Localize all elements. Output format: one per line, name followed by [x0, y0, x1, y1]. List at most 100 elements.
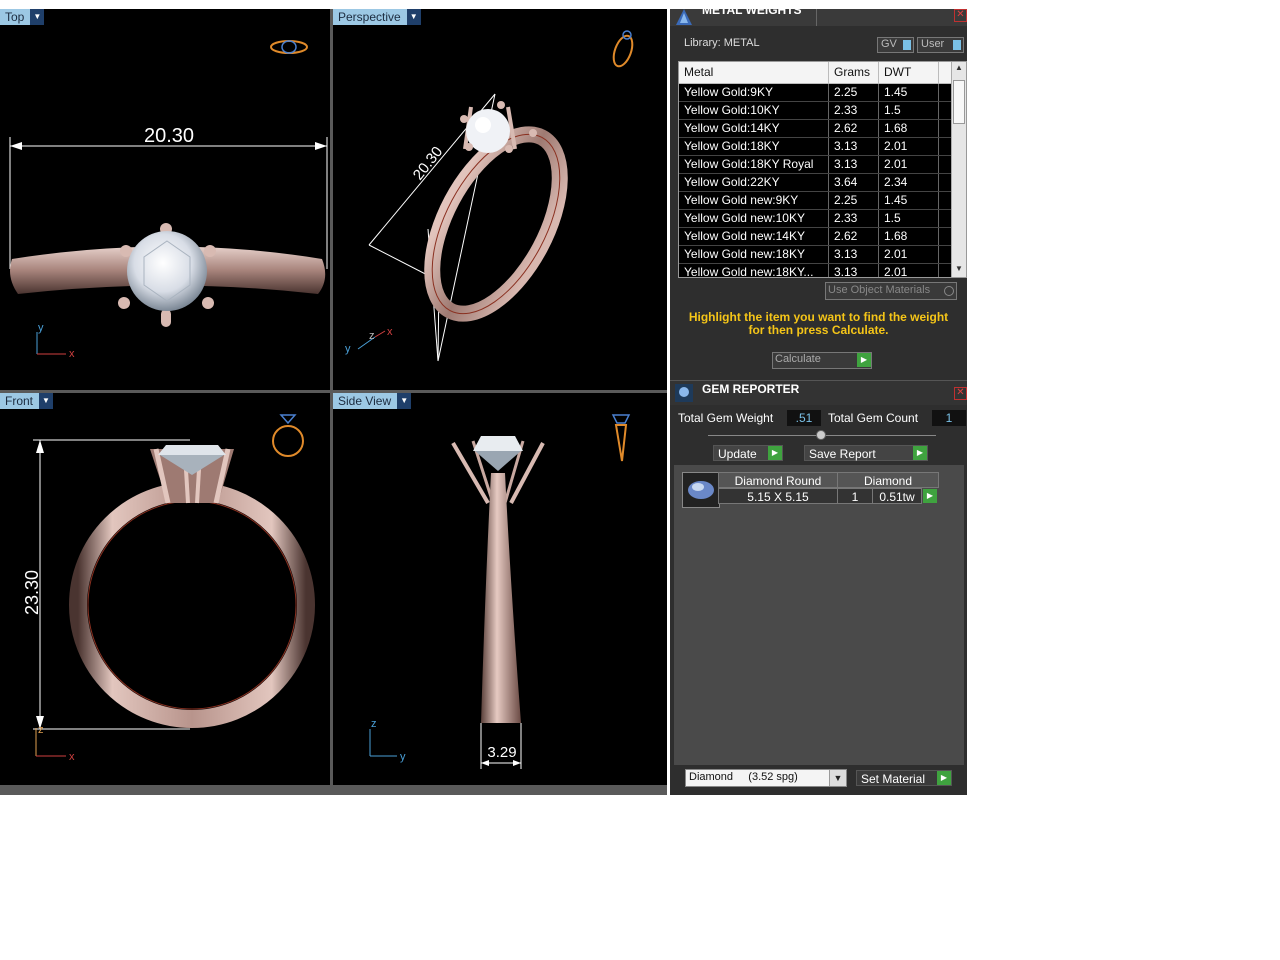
table-cell: 1.68: [879, 120, 939, 137]
play-icon[interactable]: ▶: [923, 489, 937, 503]
table-cell: Yellow Gold:18KY Royal: [679, 156, 829, 173]
table-cell: 1.68: [879, 228, 939, 245]
play-icon: ▶: [937, 771, 951, 785]
table-cell: Yellow Gold:9KY: [679, 84, 829, 101]
viewport-side[interactable]: Side View ▼ 3.29 z y: [333, 393, 667, 785]
table-cell: 2.25: [829, 84, 879, 101]
viewport-perspective-label: Perspective: [333, 9, 407, 25]
right-panel-area: METAL WEIGHTS ✕ Library: METAL GV User M…: [670, 3, 967, 795]
calculate-button[interactable]: Calculate ▶: [772, 352, 872, 369]
play-icon: ▶: [768, 446, 782, 460]
table-row[interactable]: Yellow Gold:18KY Royal 3.13 2.01: [679, 156, 966, 174]
svg-text:x: x: [69, 348, 75, 360]
close-icon[interactable]: ✕: [954, 9, 967, 22]
top-view-render: 20.30 y x: [9, 40, 328, 360]
ring-navigation-icon: [612, 30, 634, 68]
chevron-down-icon[interactable]: ▼: [39, 393, 54, 409]
gem-reporter-header: GEM REPORTER ✕: [670, 380, 967, 405]
table-cell: Yellow Gold new:9KY: [679, 192, 829, 209]
viewport-top[interactable]: Top ▼ 20.30 y x: [0, 9, 330, 390]
svg-text:x: x: [69, 751, 75, 763]
table-cell: Yellow Gold:22KY: [679, 174, 829, 191]
metal-weights-table[interactable]: Metal Grams DWT Yellow Gold:9KY 2.25 1.45 Y…: [678, 61, 967, 278]
perspective-view-render: 20.30 y z x: [345, 30, 634, 362]
gem-count: 1: [837, 488, 873, 504]
viewport-top-tab[interactable]: Top ▼: [0, 9, 45, 25]
table-cell: 2.01: [879, 138, 939, 155]
table-row[interactable]: Yellow Gold:18KY 3.13 2.01: [679, 138, 966, 156]
material-select[interactable]: Diamond (3.52 spg) ▼: [685, 769, 847, 787]
front-view-render: 23.30 z x: [22, 414, 315, 763]
save-report-button[interactable]: Save Report ▶: [804, 445, 928, 461]
update-button[interactable]: Update ▶: [713, 445, 783, 461]
gem-size: 5.15 X 5.15: [718, 488, 838, 504]
table-cell: 2.62: [829, 120, 879, 137]
gem-reporter-title: GEM REPORTER: [702, 382, 800, 396]
table-row[interactable]: Yellow Gold:14KY 2.62 1.68: [679, 120, 966, 138]
svg-text:z: z: [369, 330, 375, 342]
viewport-side-tab[interactable]: Side View ▼: [333, 393, 412, 409]
table-cell: 2.33: [829, 102, 879, 119]
close-icon[interactable]: ✕: [954, 387, 967, 400]
front-dimension-text: 23.30: [22, 570, 42, 615]
table-cell: 3.13: [829, 246, 879, 263]
table-cell: Yellow Gold:10KY: [679, 102, 829, 119]
viewport-front[interactable]: Front ▼ 23.30 z x: [0, 393, 330, 785]
svg-text:y: y: [400, 751, 406, 763]
chevron-down-icon[interactable]: ▼: [406, 9, 421, 25]
play-icon: ▶: [857, 353, 871, 367]
table-cell: 2.34: [879, 174, 939, 191]
size-slider-handle[interactable]: [816, 430, 826, 440]
table-row[interactable]: Yellow Gold:10KY 2.33 1.5: [679, 102, 966, 120]
ring-navigation-icon: [270, 40, 308, 54]
table-cell: 2.25: [829, 192, 879, 209]
viewport-area: Top ▼ 20.30 y x Perspective ▼ 20.30 y z …: [0, 9, 667, 795]
gem-shape: Diamond Round: [718, 472, 838, 488]
user-toggle[interactable]: User: [917, 37, 964, 53]
ring-navigation-icon: [272, 414, 304, 457]
play-icon: ▶: [913, 446, 927, 460]
total-gem-weight-value: .51: [787, 410, 821, 426]
total-gem-weight-label: Total Gem Weight: [678, 411, 774, 425]
viewport-perspective-tab[interactable]: Perspective ▼: [333, 9, 421, 25]
gem-reporter-icon: [675, 384, 693, 402]
gem-list[interactable]: Diamond Round Diamond 5.15 X 5.15 1 0.51…: [674, 465, 964, 765]
use-object-materials-toggle[interactable]: Use Object Materials: [825, 282, 957, 300]
set-material-button[interactable]: Set Material ▶: [856, 770, 952, 786]
table-row[interactable]: Yellow Gold new:9KY 2.25 1.45: [679, 192, 966, 210]
chevron-down-icon[interactable]: ▼: [397, 393, 412, 409]
viewport-side-label: Side View: [333, 393, 398, 409]
diamond-round-icon: [682, 472, 720, 508]
viewport-front-tab[interactable]: Front ▼: [0, 393, 54, 409]
table-cell: Yellow Gold new:10KY: [679, 210, 829, 227]
top-dimension-text: 20.30: [144, 125, 194, 147]
table-cell: 3.13: [829, 264, 879, 277]
perspective-dimension-text: 20.30: [410, 143, 447, 183]
svg-text:y: y: [345, 343, 351, 355]
ring-navigation-icon: [611, 414, 631, 462]
table-row[interactable]: Yellow Gold new:14KY 2.62 1.68: [679, 228, 966, 246]
table-row[interactable]: Yellow Gold new:18KY 3.13 2.01: [679, 246, 966, 264]
table-row[interactable]: Yellow Gold:22KY 3.64 2.34: [679, 174, 966, 192]
viewport-perspective[interactable]: Perspective ▼ 20.30 y z x: [333, 9, 667, 390]
gv-toggle[interactable]: GV: [877, 37, 914, 53]
metal-weights-header: METAL WEIGHTS ✕: [670, 3, 967, 26]
side-view-render: 3.29 z y: [369, 414, 631, 769]
table-row[interactable]: Yellow Gold:9KY 2.25 1.45: [679, 84, 966, 102]
table-cell: 3.13: [829, 138, 879, 155]
chevron-down-icon[interactable]: ▼: [30, 9, 45, 25]
table-cell: 1.5: [879, 102, 939, 119]
svg-text:x: x: [387, 326, 393, 338]
table-row[interactable]: Yellow Gold new:10KY 2.33 1.5: [679, 210, 966, 228]
table-cell: 2.01: [879, 264, 939, 277]
viewport-top-label: Top: [0, 9, 31, 25]
table-cell: 3.64: [829, 174, 879, 191]
table-cell: Yellow Gold new:18KY: [679, 246, 829, 263]
chevron-down-icon: ▼: [829, 770, 846, 786]
table-row[interactable]: Yellow Gold new:18KY... 3.13 2.01: [679, 264, 966, 277]
gem-material: Diamond: [837, 472, 939, 488]
table-cell: Yellow Gold:14KY: [679, 120, 829, 137]
svg-text:z: z: [38, 724, 44, 736]
table-cell: Yellow Gold new:14KY: [679, 228, 829, 245]
table-scrollbar[interactable]: ▲ ▼: [951, 62, 966, 277]
